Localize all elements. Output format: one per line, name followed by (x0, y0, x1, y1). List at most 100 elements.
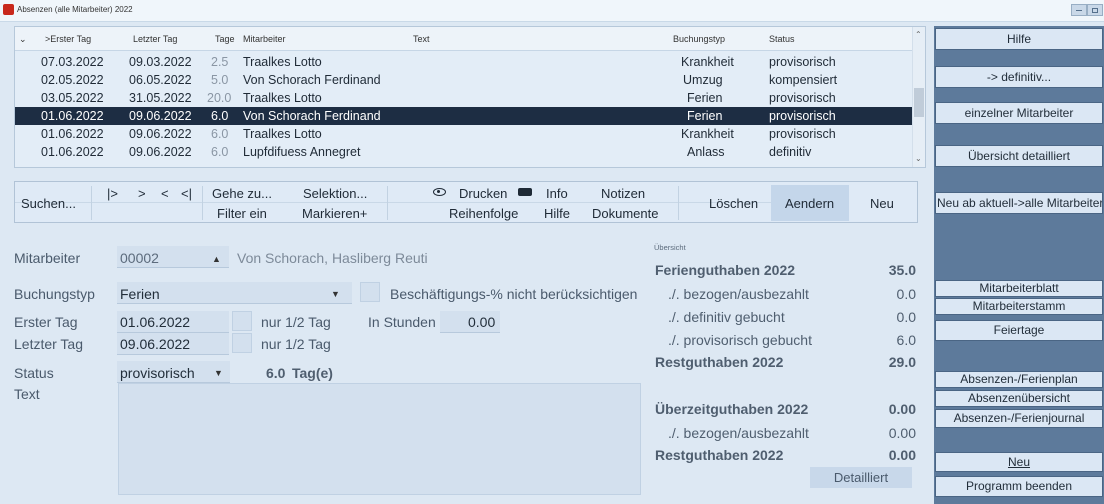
text-area[interactable] (118, 383, 641, 495)
restguthaben-title: Restguthaben 2022 (655, 354, 784, 370)
cell-booking-type: Krankheit (681, 127, 734, 141)
cell-days: 5.0 (211, 73, 229, 87)
cell-last-day: 31.05.2022 (129, 91, 192, 105)
ueberzeitguthaben-value: 0.00 (888, 401, 916, 417)
buchungstyp-value: Ferien (120, 286, 160, 302)
hilfe-button[interactable]: Hilfe (935, 28, 1103, 50)
gehe-zu-button[interactable]: Gehe zu... (212, 186, 272, 201)
window-title: Absenzen (alle Mitarbeiter) 2022 (17, 5, 133, 14)
feiertage-button[interactable]: Feiertage (935, 320, 1103, 341)
notizen-button[interactable]: Notizen (601, 186, 645, 201)
beschaeftigung-checkbox[interactable] (360, 282, 380, 302)
scroll-up-icon[interactable]: ⌃ (915, 30, 922, 39)
table-row[interactable]: 07.03.2022 09.03.2022 2.5 Traalkes Lotto… (15, 53, 912, 71)
cell-days: 6.0 (211, 145, 229, 159)
cell-last-day: 09.03.2022 (129, 55, 192, 69)
aendern-button[interactable]: Aendern (785, 196, 834, 211)
cell-first-day: 03.05.2022 (41, 91, 104, 105)
dokumente-button[interactable]: Dokumente (592, 206, 658, 221)
buchungstyp-label: Buchungstyp (14, 286, 95, 302)
column-header-booking-type[interactable]: Buchungstyp (673, 34, 725, 44)
column-header-status[interactable]: Status (769, 34, 795, 44)
neu-side-button[interactable]: Neu (935, 452, 1103, 472)
cell-last-day: 09.06.2022 (129, 145, 192, 159)
neu-toolbar-button[interactable]: Neu (870, 196, 894, 211)
cell-days: 20.0 (207, 91, 232, 105)
cell-booking-type: Krankheit (681, 55, 734, 69)
overview-heading: Übersicht (654, 243, 686, 252)
scroll-down-icon[interactable]: ⌄ (915, 154, 922, 163)
table-row[interactable]: 01.06.2022 09.06.2022 6.0 Lupfdifuess An… (15, 143, 912, 161)
next-record-button[interactable]: > (138, 186, 146, 201)
detailliert-button[interactable]: Detailliert (810, 467, 912, 488)
markieren-button[interactable]: Markieren+ (302, 206, 367, 221)
table-row[interactable]: 02.05.2022 06.05.2022 5.0 Von Schorach F… (15, 71, 912, 89)
chevron-down-icon[interactable]: ▼ (331, 289, 340, 299)
cell-employee: Von Schorach Ferdinand (243, 109, 381, 123)
first-record-button[interactable]: |> (107, 186, 118, 201)
filter-ein-button[interactable]: Filter ein (217, 206, 267, 221)
last-record-button[interactable]: <| (181, 186, 192, 201)
cell-first-day: 01.06.2022 (41, 127, 104, 141)
cell-first-day: 02.05.2022 (41, 73, 104, 87)
definitiv-button[interactable]: -> definitiv... (935, 66, 1103, 88)
cell-booking-type: Umzug (683, 73, 723, 87)
cell-days: 6.0 (211, 127, 229, 141)
uebersicht-detailliert-button[interactable]: Übersicht detailliert (935, 145, 1103, 167)
maximize-button[interactable] (1087, 4, 1103, 16)
tage-unit: Tag(e) (292, 365, 333, 381)
einzelner-mitarbeiter-button[interactable]: einzelner Mitarbeiter (935, 102, 1103, 124)
hilfe-toolbar-button[interactable]: Hilfe (544, 206, 570, 221)
table-row[interactable]: 03.05.2022 31.05.2022 20.0 Traalkes Lott… (15, 89, 912, 107)
erster-tag-value: 01.06.2022 (120, 314, 191, 330)
ferienguthaben-title: Ferienguthaben 2022 (655, 262, 796, 278)
reihenfolge-button[interactable]: Reihenfolge (449, 206, 518, 221)
ueberzeitguthaben-title: Überzeitguthaben 2022 (655, 401, 809, 417)
bezogen-value: 0.0 (896, 286, 916, 302)
table-row-selected[interactable]: 01.06.2022 09.06.2022 6.0 Von Schorach F… (15, 107, 912, 125)
scrollbar-thumb[interactable] (914, 88, 924, 117)
prev-record-button[interactable]: < (161, 186, 169, 201)
grid-header: ⌄ >Erster Tag Letzter Tag Tage Mitarbeit… (15, 27, 925, 51)
ferienjournal-button[interactable]: Absenzen-/Ferienjournal (935, 409, 1103, 428)
column-header-days[interactable]: Tage (215, 34, 235, 44)
cell-first-day: 01.06.2022 (41, 109, 104, 123)
provisorisch-value: 6.0 (896, 332, 916, 348)
cell-first-day: 01.06.2022 (41, 145, 104, 159)
table-row[interactable]: 01.06.2022 09.06.2022 6.0 Traalkes Lotto… (15, 125, 912, 143)
column-header-text[interactable]: Text (413, 34, 430, 44)
ue-bezogen-label: ./. bezogen/ausbezahlt (668, 425, 809, 441)
in-stunden-value: 0.00 (468, 314, 496, 330)
loeschen-button[interactable]: Löschen (709, 196, 758, 211)
suchen-button[interactable]: Suchen... (21, 196, 76, 211)
absenzenuebersicht-button[interactable]: Absenzenübersicht (935, 390, 1103, 407)
cell-last-day: 09.06.2022 (129, 127, 192, 141)
mitarbeiter-up-icon[interactable]: ▲ (212, 254, 221, 264)
provisorisch-label: ./. provisorisch gebucht (668, 332, 812, 348)
drucken-button[interactable]: Drucken (459, 186, 507, 201)
cell-status: provisorisch (769, 55, 836, 69)
info-button[interactable]: Info (546, 186, 568, 201)
minimize-button[interactable] (1071, 4, 1087, 16)
cell-status: kompensiert (769, 73, 838, 87)
grid-scrollbar[interactable]: ⌃ ⌄ (912, 27, 925, 167)
mitarbeiterstamm-button[interactable]: Mitarbeiterstamm (935, 298, 1103, 315)
half-day-checkbox-1[interactable] (232, 311, 252, 331)
selektion-button[interactable]: Selektion... (303, 186, 367, 201)
column-header-employee[interactable]: Mitarbeiter (243, 34, 286, 44)
absences-window: { "window": { "title": "Absenzen (alle M… (0, 0, 1104, 504)
column-header-first-day[interactable]: >Erster Tag (45, 34, 91, 44)
half-day-checkbox-2[interactable] (232, 333, 252, 353)
half-day-label-2: nur 1/2 Tag (261, 336, 331, 352)
ferienplan-button[interactable]: Absenzen-/Ferienplan (935, 371, 1103, 388)
half-day-label-1: nur 1/2 Tag (261, 314, 331, 330)
mitarbeiterblatt-button[interactable]: Mitarbeiterblatt (935, 280, 1103, 297)
programm-beenden-button[interactable]: Programm beenden (935, 476, 1103, 497)
cell-employee: Traalkes Lotto (243, 91, 322, 105)
side-panel: Hilfe -> definitiv... einzelner Mitarbei… (934, 26, 1104, 504)
chevron-down-icon[interactable]: ▼ (214, 368, 223, 378)
neu-ab-aktuell-button[interactable]: Neu ab aktuell->alle Mitarbeiter (935, 192, 1103, 214)
restguthaben-value: 29.0 (888, 354, 916, 370)
column-header-last-day[interactable]: Letzter Tag (133, 34, 177, 44)
toolbar-divider (15, 202, 785, 203)
